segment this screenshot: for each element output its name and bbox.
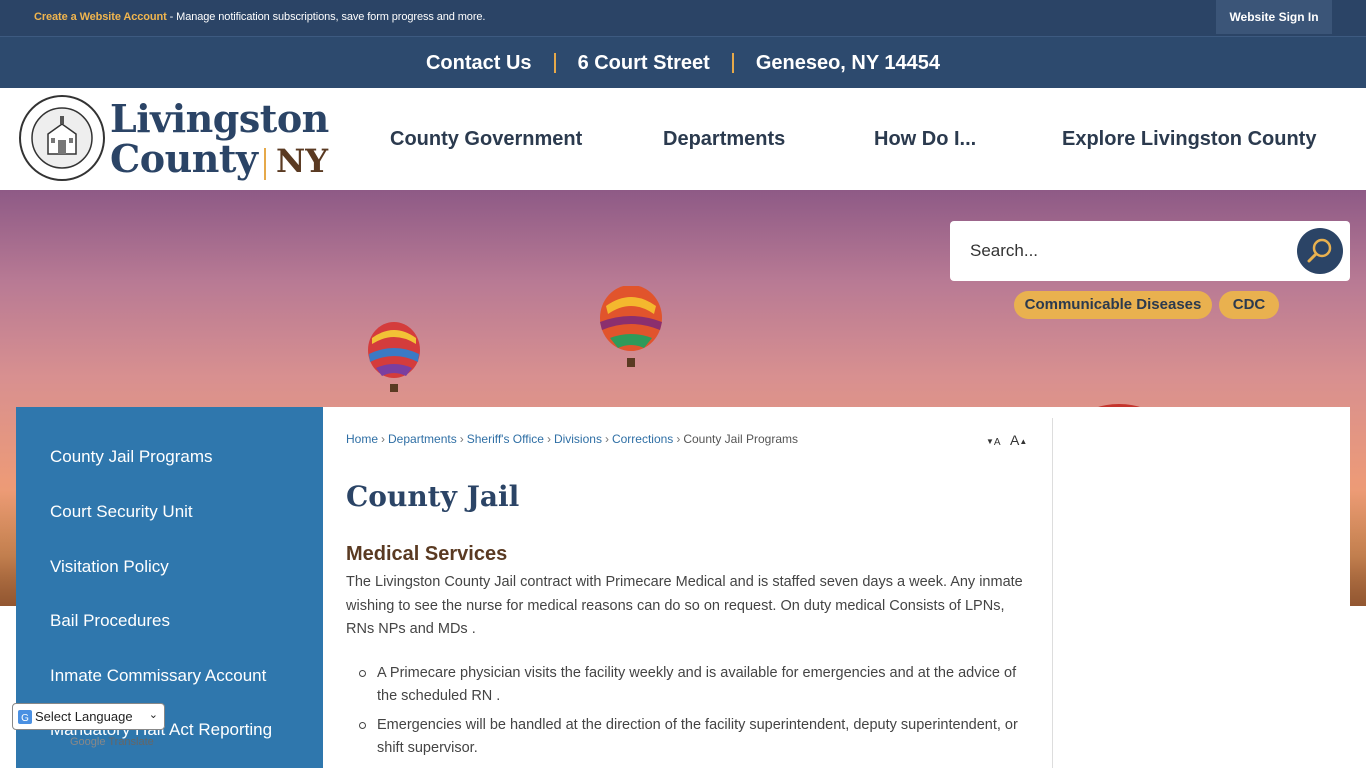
- cdc-button[interactable]: CDC: [1219, 291, 1279, 319]
- contact-bar: Contact Us 6 Court Street Geneseo, NY 14…: [0, 36, 1366, 88]
- translate-link[interactable]: Translate: [108, 736, 153, 748]
- breadcrumb: Home › Departments › Sheriff's Office › Divisi…: [346, 432, 798, 446]
- communicable-diseases-button[interactable]: Communicable Diseases: [1014, 291, 1212, 319]
- logo-line-livingston: Livingston: [110, 96, 329, 141]
- search-button[interactable]: [1297, 228, 1343, 274]
- breadcrumb-departments[interactable]: Departments: [388, 432, 457, 446]
- contact-divider: [553, 53, 556, 73]
- breadcrumb-current: County Jail Programs: [683, 432, 799, 446]
- search-icon: [1307, 238, 1332, 263]
- language-select[interactable]: G Select Language ⌄: [12, 703, 165, 730]
- account-promo: Create a Website Account - Manage notifi…: [34, 11, 485, 23]
- powered-by-google: Google Translate: [70, 736, 154, 748]
- breadcrumb-separator: ›: [676, 432, 681, 446]
- utility-bar: Create a Website Account - Manage notifi…: [0, 0, 1366, 36]
- breadcrumb-separator: ›: [604, 432, 609, 446]
- sidebar-item-visitation-policy[interactable]: Visitation Policy: [50, 557, 169, 577]
- create-account-link[interactable]: Create a Website Account: [34, 11, 167, 23]
- google-translate-icon: G: [18, 710, 32, 724]
- google-wordmark: Google: [70, 736, 106, 748]
- breadcrumb-sheriffs-office[interactable]: Sheriff's Office: [467, 432, 544, 446]
- sidebar-item-court-security-unit[interactable]: Court Security Unit: [50, 502, 193, 522]
- section-heading: Medical Services: [346, 543, 508, 565]
- contact-address: 6 Court Street: [577, 51, 710, 74]
- logo-line-county: County: [110, 136, 258, 181]
- sidebar-item-inmate-commissary[interactable]: Inmate Commissary Account: [50, 666, 266, 686]
- hot-air-balloon-image: [600, 286, 662, 367]
- logo-ny: NY: [276, 142, 329, 180]
- contact-city: Geneseo, NY 14454: [755, 51, 941, 74]
- decrease-font-label: A: [993, 437, 1001, 448]
- medical-services-list: A Primecare physician visits the facilit…: [346, 662, 1036, 766]
- body-paragraph: The Livingston County Jail contract with…: [346, 574, 1023, 637]
- increase-font-label: A: [1010, 432, 1020, 448]
- chevron-down-icon: ⌄: [148, 709, 158, 721]
- nav-county-government[interactable]: County Government: [390, 88, 582, 190]
- county-seal-icon: [19, 95, 105, 181]
- logo-divider: [264, 148, 266, 180]
- breadcrumb-separator: ›: [546, 432, 551, 446]
- contact-us-link[interactable]: Contact Us: [426, 52, 532, 75]
- sidebar-item-county-jail-programs[interactable]: County Jail Programs: [50, 447, 213, 467]
- decrease-font-button[interactable]: ▼A: [986, 432, 1001, 448]
- search-input[interactable]: [970, 235, 1290, 267]
- hot-air-balloon-image: [368, 322, 420, 392]
- site-search: [950, 221, 1350, 281]
- list-item: Emergencies will be handled at the direc…: [346, 714, 1036, 760]
- site-header: Livingston County NY County Government D…: [0, 88, 1366, 190]
- account-promo-text: - Manage notification subscriptions, sav…: [166, 11, 486, 23]
- nav-departments[interactable]: Departments: [663, 88, 785, 190]
- sidebar-item-bail-procedures[interactable]: Bail Procedures: [50, 611, 170, 631]
- breadcrumb-separator: ›: [459, 432, 464, 446]
- caret-up-icon: ▲: [1019, 436, 1028, 446]
- breadcrumb-divisions[interactable]: Divisions: [554, 432, 602, 446]
- increase-font-button[interactable]: A▲: [1010, 432, 1027, 448]
- language-select-label: Select Language: [35, 709, 133, 724]
- breadcrumb-corrections[interactable]: Corrections: [612, 432, 673, 446]
- caret-down-icon: ▼: [986, 436, 994, 446]
- svg-text:G: G: [21, 713, 29, 724]
- breadcrumb-home[interactable]: Home: [346, 432, 378, 446]
- content-divider: [1052, 418, 1053, 768]
- list-item: A Primecare physician visits the facilit…: [346, 662, 1036, 708]
- sign-in-button[interactable]: Website Sign In: [1216, 0, 1332, 34]
- breadcrumb-separator: ›: [381, 432, 386, 446]
- nav-explore-livingston[interactable]: Explore Livingston County: [1062, 88, 1316, 190]
- contact-divider: [731, 53, 734, 73]
- page-title: County Jail: [346, 480, 520, 513]
- nav-how-do-i[interactable]: How Do I...: [874, 88, 976, 190]
